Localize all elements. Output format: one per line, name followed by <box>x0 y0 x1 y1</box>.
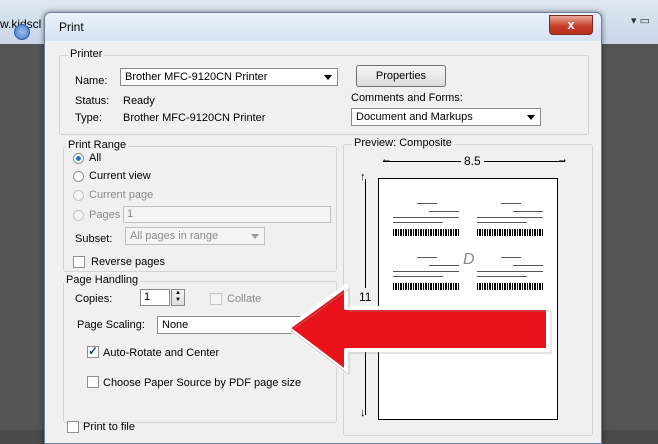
width-dimension-label: 8.5 <box>461 154 484 168</box>
preview-label-2 <box>473 197 547 245</box>
browser-nav-icon[interactable] <box>14 24 30 40</box>
print-dialog: Print x Printer Name: Brother MFC-9120CN… <box>44 12 602 444</box>
pages-label: Pages <box>89 209 121 221</box>
auto-rotate-label: Auto-Rotate and Center <box>103 347 220 359</box>
comments-forms-select[interactable]: Document and Markups <box>351 108 541 126</box>
type-label: Type: <box>75 112 102 124</box>
preview-legend: Preview: Composite <box>352 137 454 149</box>
chevron-down-icon <box>527 115 535 120</box>
collate-checkbox[interactable] <box>210 293 222 305</box>
copies-input[interactable]: 1 <box>140 289 170 306</box>
pages-input[interactable]: 1 <box>123 206 331 223</box>
status-label: Status: <box>75 95 110 107</box>
red-pointer-arrow <box>286 284 552 374</box>
properties-button[interactable]: Properties <box>356 65 446 87</box>
print-range-legend: Print Range <box>66 139 129 151</box>
reverse-pages-label: Reverse pages <box>91 256 165 268</box>
auto-rotate-checkbox[interactable] <box>87 344 99 358</box>
all-radio[interactable] <box>73 153 84 164</box>
preview-watermark: D <box>463 251 475 268</box>
printer-name-select[interactable]: Brother MFC-9120CN Printer <box>120 68 338 86</box>
subset-label: Subset: <box>75 233 113 245</box>
print-to-file-checkbox[interactable] <box>67 421 79 433</box>
pages-radio[interactable] <box>73 210 84 221</box>
browser-content-right <box>596 44 658 430</box>
type-value: Brother MFC-9120CN Printer <box>123 112 266 124</box>
reverse-pages-checkbox[interactable] <box>73 256 85 268</box>
browser-menu-icon[interactable]: ▾ ▭ <box>631 14 650 27</box>
chevron-down-icon <box>251 234 259 239</box>
subset-value: All pages in range <box>130 230 219 242</box>
copies-stepper[interactable]: ▲ ▼ <box>171 289 185 306</box>
paper-source-checkbox[interactable] <box>87 376 99 388</box>
copies-value: 1 <box>144 291 151 303</box>
name-label: Name: <box>75 75 108 87</box>
current-view-label: Current view <box>89 170 151 182</box>
close-button[interactable]: x <box>549 15 593 35</box>
copies-label: Copies: <box>75 293 113 305</box>
arrow-left-icon: ← <box>381 153 392 165</box>
page-scaling-value: None <box>162 319 189 331</box>
print-to-file-label: Print to file <box>83 421 135 433</box>
browser-content-left <box>0 44 48 430</box>
dialog-titlebar: Print x <box>45 13 601 41</box>
all-label: All <box>89 152 102 164</box>
status-value: Ready <box>123 95 155 107</box>
current-view-radio[interactable] <box>73 171 84 182</box>
pages-input-value: 1 <box>127 208 134 220</box>
current-page-label: Current page <box>89 189 154 201</box>
subset-select[interactable]: All pages in range <box>125 227 265 245</box>
printer-name-value: Brother MFC-9120CN Printer <box>125 71 268 83</box>
chevron-down-icon <box>324 75 332 80</box>
page-handling-legend: Page Handling <box>64 274 141 286</box>
arrow-down-icon: ↓ <box>360 407 366 419</box>
preview-label-1 <box>389 197 463 245</box>
arrow-right-icon: → <box>557 153 568 165</box>
current-page-radio[interactable] <box>73 190 84 201</box>
comments-forms-value: Document and Markups <box>356 111 473 123</box>
dialog-title: Print <box>59 20 84 34</box>
paper-source-label: Choose Paper Source by PDF page size <box>103 377 302 389</box>
page-scaling-label: Page Scaling: <box>77 319 145 331</box>
collate-label: Collate <box>227 293 262 305</box>
printer-legend: Printer <box>68 48 105 60</box>
arrow-up-icon: ↑ <box>360 171 366 183</box>
comments-forms-label: Comments and Forms: <box>351 92 463 104</box>
